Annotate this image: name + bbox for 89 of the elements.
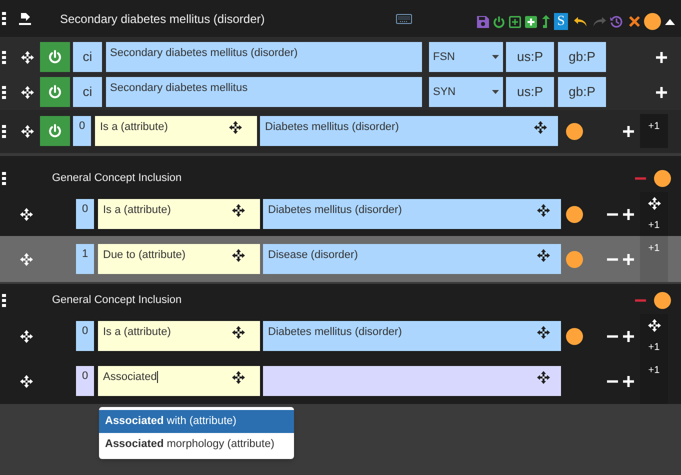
add-icon[interactable] — [623, 126, 634, 136]
move-icon[interactable] — [21, 50, 34, 64]
acceptability-field[interactable]: us:P — [506, 42, 554, 72]
add-group-button[interactable]: +1 — [648, 363, 660, 378]
group-field[interactable]: 0 — [76, 366, 94, 396]
move-icon[interactable] — [20, 208, 33, 220]
case-field[interactable]: ci — [73, 42, 102, 72]
move-icon[interactable] — [232, 249, 245, 262]
save-icon[interactable] — [477, 16, 489, 28]
gci-title: General Concept Inclusion — [52, 170, 182, 186]
add-group-button[interactable]: +1 — [648, 218, 660, 233]
concept-title: Secondary diabetes mellitus (disorder) — [60, 10, 266, 28]
move-icon[interactable] — [534, 121, 547, 134]
caret-down-icon — [492, 55, 499, 59]
case-field[interactable]: ci — [73, 77, 102, 107]
target-field[interactable]: Diabetes mellitus (disorder) — [263, 199, 561, 229]
acceptability-field[interactable]: us:P — [506, 77, 554, 107]
target-field[interactable]: Disease (disorder) — [263, 244, 561, 274]
move-icon[interactable] — [537, 249, 550, 262]
add-group-button[interactable]: +1 — [648, 241, 660, 256]
close-icon[interactable] — [629, 16, 640, 27]
move-icon[interactable] — [229, 121, 242, 134]
suggestion-item[interactable]: Associated with (attribute) — [99, 410, 294, 433]
attribute-field[interactable]: Due to (attribute) — [98, 244, 260, 274]
group-field[interactable]: 0 — [73, 116, 91, 146]
attribute-field[interactable]: Is a (attribute) — [95, 116, 257, 146]
target-field[interactable]: Diabetes mellitus (disorder) — [260, 116, 558, 146]
target-field[interactable]: Diabetes mellitus (disorder) — [263, 321, 561, 351]
move-icon[interactable] — [232, 371, 245, 384]
move-icon[interactable] — [21, 86, 34, 98]
caret-up-icon[interactable] — [665, 18, 675, 24]
acceptability-field[interactable]: gb:P — [558, 42, 606, 72]
relationship-row[interactable]: 0 Is a (attribute) Diabetes mellitus (disorder) +1 — [0, 192, 681, 236]
move-icon[interactable] — [537, 371, 550, 384]
group-field[interactable]: 1 — [76, 244, 94, 274]
keyboard-icon[interactable] — [396, 14, 412, 24]
add-icon[interactable] — [623, 376, 634, 386]
move-icon[interactable] — [20, 374, 33, 388]
attribute-field[interactable]: Is a (attribute) — [98, 199, 260, 229]
move-icon[interactable] — [20, 330, 33, 342]
caret-down-icon — [492, 90, 499, 94]
power-icon — [48, 50, 62, 64]
power-icon — [48, 85, 62, 99]
attribute-field[interactable]: Associated — [98, 366, 260, 396]
active-toggle-button[interactable] — [40, 116, 70, 146]
drag-handle-icon[interactable] — [2, 86, 6, 98]
move-icon[interactable] — [21, 124, 34, 138]
add-icon[interactable] — [623, 330, 634, 342]
move-icon[interactable] — [537, 326, 550, 339]
acceptability-field[interactable]: gb:P — [558, 77, 606, 107]
arrow-up-icon[interactable] — [541, 15, 550, 28]
move-icon[interactable] — [537, 204, 550, 217]
relationship-row[interactable]: 0 Is a (attribute) Diabetes mellitus (disorder) +1 — [0, 314, 681, 358]
term-field[interactable]: Secondary diabetes mellitus (disorder) — [106, 42, 422, 72]
export-icon[interactable] — [18, 12, 32, 26]
suggestion-item[interactable]: Associated morphology (attribute) — [99, 433, 294, 456]
add-filled-icon[interactable] — [525, 16, 537, 28]
add-icon[interactable] — [623, 208, 634, 220]
move-icon[interactable] — [232, 204, 245, 217]
power-icon — [48, 124, 62, 138]
group-field[interactable]: 0 — [76, 199, 94, 229]
power-icon[interactable] — [493, 16, 505, 28]
add-square-icon[interactable] — [509, 16, 521, 28]
type-dropdown[interactable]: SYN — [429, 77, 503, 107]
drag-handle-icon[interactable] — [2, 124, 6, 138]
gci-title: General Concept Inclusion — [52, 292, 182, 308]
active-toggle-button[interactable] — [40, 42, 70, 72]
term-field[interactable]: Secondary diabetes mellitus — [106, 77, 422, 107]
type-dropdown[interactable]: FSN — [429, 42, 503, 72]
group-field[interactable]: 0 — [76, 321, 94, 351]
target-field[interactable] — [263, 366, 561, 396]
relationship-row[interactable]: 1 Due to (attribute) Disease (disorder) +1 — [0, 236, 681, 282]
drag-handle-icon[interactable] — [2, 12, 6, 25]
history-icon[interactable] — [610, 15, 623, 28]
drag-handle-icon[interactable] — [2, 50, 6, 64]
active-toggle-button[interactable] — [40, 77, 70, 107]
undo-icon[interactable] — [574, 16, 588, 26]
stated-view-badge[interactable]: S — [554, 13, 568, 30]
add-group-button[interactable]: +1 — [648, 119, 660, 134]
add-icon[interactable] — [656, 86, 667, 98]
drag-handle-icon[interactable] — [2, 294, 6, 306]
attribute-field[interactable]: Is a (attribute) — [98, 321, 260, 351]
move-icon[interactable] — [648, 197, 660, 210]
drag-handle-icon[interactable] — [2, 172, 6, 184]
move-icon[interactable] — [648, 319, 660, 332]
move-icon[interactable] — [232, 326, 245, 339]
add-icon[interactable] — [656, 52, 667, 62]
add-group-button[interactable]: +1 — [648, 340, 660, 355]
relationship-row[interactable]: 0 Associated +1 — [0, 358, 681, 404]
